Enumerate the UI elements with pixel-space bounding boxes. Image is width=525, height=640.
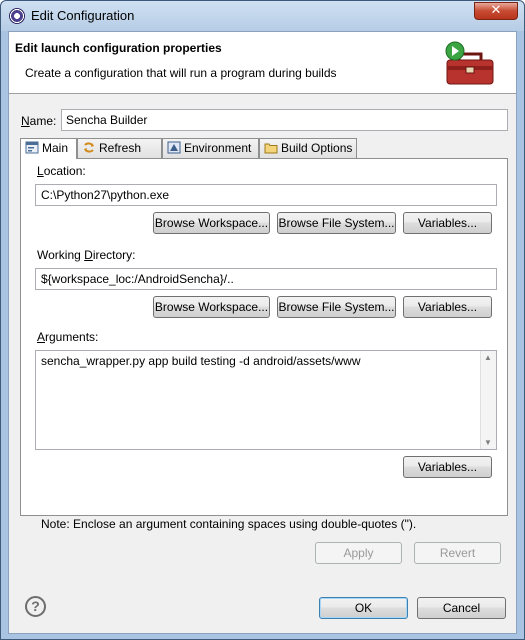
location-group: Location: C:\Python27\python.exe Browse … (35, 164, 505, 261)
location-browse-file-system-button[interactable]: Browse File System... (277, 212, 396, 234)
arguments-label: Arguments: (35, 330, 101, 344)
location-browse-workspace-button[interactable]: Browse Workspace... (153, 212, 270, 234)
dialog-body: Edit launch configuration properties Cre… (8, 31, 517, 634)
header-banner: Edit launch configuration properties Cre… (9, 32, 516, 94)
arguments-group: Arguments: sencha_wrapper.py app build t… (35, 330, 505, 511)
location-input[interactable]: C:\Python27\python.exe (35, 184, 497, 206)
working-directory-label: Working Directory: (35, 248, 138, 262)
toolbox-icon (445, 41, 494, 85)
wd-variables-button[interactable]: Variables... (403, 296, 492, 318)
main-tab-panel: Location: C:\Python27\python.exe Browse … (20, 158, 508, 531)
eclipse-icon (9, 8, 25, 24)
arguments-textarea[interactable]: sencha_wrapper.py app build testing -d a… (35, 350, 497, 450)
tab-refresh[interactable]: Refresh (77, 138, 162, 158)
arguments-text: sencha_wrapper.py app build testing -d a… (41, 354, 361, 368)
location-label: Location: (35, 164, 88, 178)
banner-title: Edit launch configuration properties (15, 41, 222, 55)
scroll-down-icon[interactable]: ▼ (484, 438, 492, 447)
wd-browse-file-system-button[interactable]: Browse File System... (277, 296, 396, 318)
name-label: Name: (21, 114, 57, 128)
cancel-button[interactable]: Cancel (417, 597, 506, 619)
scroll-up-icon[interactable]: ▲ (484, 353, 492, 362)
title-bar[interactable]: Edit Configuration ✕ (1, 1, 524, 31)
tab-build-options[interactable]: Build Options (259, 138, 357, 158)
environment-icon (167, 141, 181, 154)
arguments-variables-button[interactable]: Variables... (403, 456, 492, 478)
tab-main[interactable]: Main (20, 138, 77, 159)
revert-button[interactable]: Revert (414, 542, 501, 564)
window-title: Edit Configuration (31, 8, 135, 23)
wd-browse-workspace-button[interactable]: Browse Workspace... (153, 296, 270, 318)
main-tab-icon (25, 141, 39, 154)
location-variables-button[interactable]: Variables... (403, 212, 492, 234)
arguments-note: Note: Enclose an argument containing spa… (41, 517, 417, 531)
working-directory-input[interactable]: ${workspace_loc:/AndroidSencha}/.. (35, 268, 497, 290)
apply-button[interactable]: Apply (315, 542, 402, 564)
close-button[interactable]: ✕ (474, 2, 518, 20)
name-input[interactable]: Sencha Builder (61, 109, 508, 131)
ok-button[interactable]: OK (319, 597, 408, 619)
working-directory-group: Working Directory: ${workspace_loc:/Andr… (35, 248, 505, 345)
refresh-icon (84, 142, 94, 153)
tab-environment[interactable]: Environment (162, 138, 259, 158)
arguments-scrollbar[interactable]: ▲ ▼ (480, 351, 496, 449)
help-icon[interactable]: ? (25, 596, 46, 617)
dialog-window: Edit Configuration ✕ Edit launch configu… (0, 0, 525, 640)
folder-icon (264, 143, 278, 154)
banner-description: Create a configuration that will run a p… (25, 66, 337, 80)
